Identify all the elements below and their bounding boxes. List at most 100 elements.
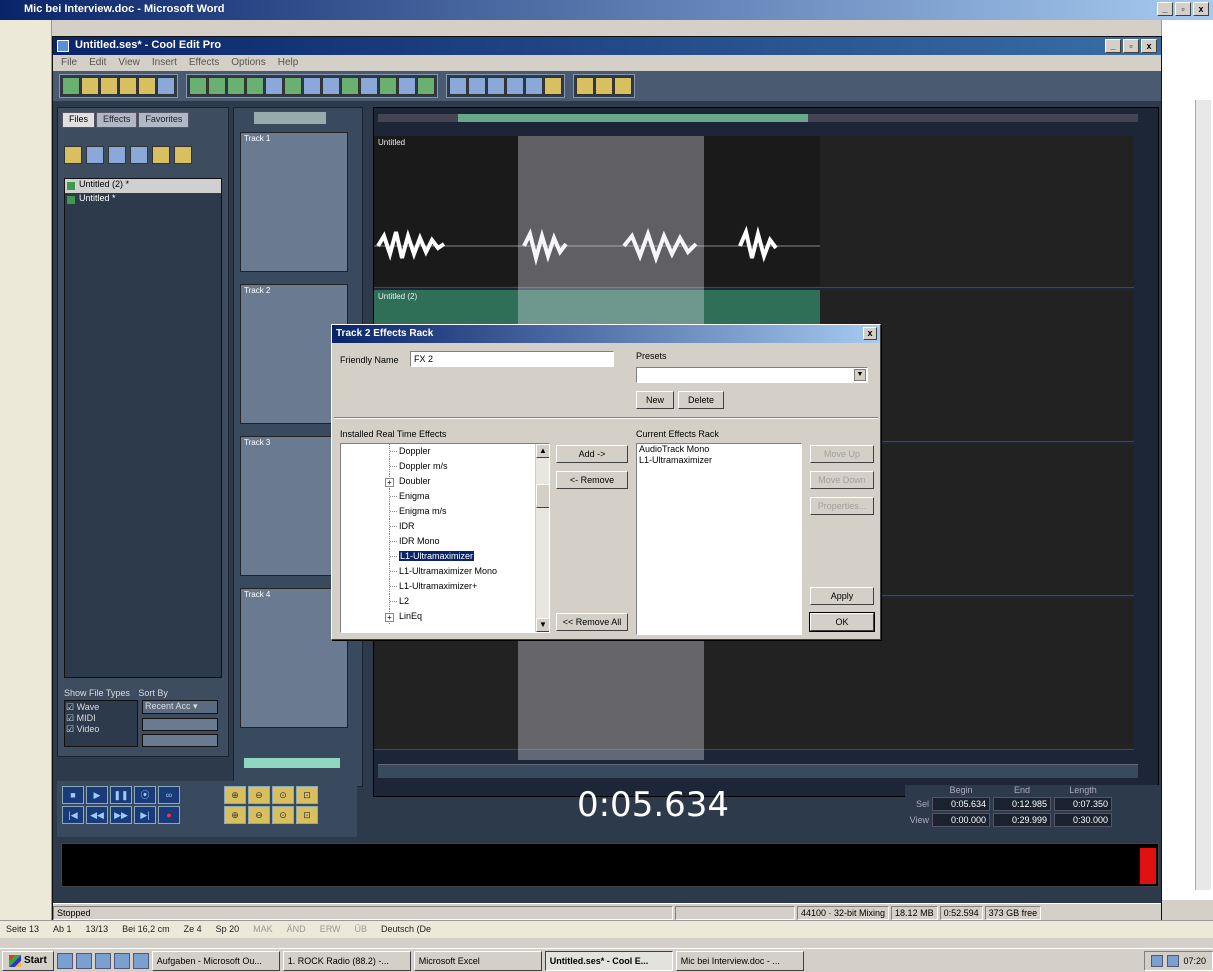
menu-file[interactable]: File xyxy=(61,57,77,69)
effect-item[interactable]: IDR Mono xyxy=(341,534,549,549)
minimize-button[interactable]: _ xyxy=(1105,39,1121,53)
effect-item[interactable]: Enigma xyxy=(341,489,549,504)
new-preset-button[interactable]: New xyxy=(636,391,674,409)
scroll-thumb[interactable] xyxy=(536,484,549,508)
insert-into-session-icon[interactable] xyxy=(174,146,192,164)
sel-begin-field[interactable]: 0:05.634 xyxy=(932,797,990,811)
zoom-full-icon[interactable]: ⊙ xyxy=(272,786,294,804)
play-range-icon[interactable] xyxy=(284,77,302,95)
task-cool-edit[interactable]: Untitled.ses* - Cool E... xyxy=(544,950,673,971)
zoom-out-vertical-icon[interactable]: ⊖ xyxy=(248,806,270,824)
status-ext[interactable]: ERW xyxy=(320,924,341,935)
file-list[interactable]: Untitled (2) * Untitled * xyxy=(64,178,222,678)
filter-wave[interactable]: ☑ Wave xyxy=(66,702,136,713)
record-button[interactable]: ● xyxy=(158,806,180,824)
tool-g-icon[interactable] xyxy=(576,77,594,95)
start-button[interactable]: Start xyxy=(2,950,54,971)
current-effects-list[interactable]: AudioTrack Mono L1-Ultramaximizer xyxy=(636,443,802,635)
overview-bar[interactable] xyxy=(378,114,1138,122)
sort-by-select[interactable]: Recent Acc ▾ xyxy=(142,700,218,714)
track-eq-icon[interactable] xyxy=(303,77,321,95)
effects-list-scrollbar[interactable]: ▲ ▼ xyxy=(535,444,549,632)
menu-help[interactable]: Help xyxy=(278,57,299,69)
close-button[interactable]: x xyxy=(1193,2,1209,16)
effect-item[interactable]: Enigma m/s xyxy=(341,504,549,519)
go-to-start-button[interactable]: |◀ xyxy=(62,806,84,824)
tab-effects[interactable]: Effects xyxy=(96,112,138,128)
menu-effects[interactable]: Effects xyxy=(189,57,219,69)
rack-item[interactable]: AudioTrack Mono xyxy=(637,444,801,455)
tab-favorites[interactable]: Favorites xyxy=(138,112,190,128)
zoom-right-icon[interactable]: ⊡ xyxy=(296,806,318,824)
tool-e-icon[interactable] xyxy=(525,77,543,95)
tool-b-icon[interactable] xyxy=(468,77,486,95)
effects-rack-icon[interactable] xyxy=(322,77,340,95)
lock-icon[interactable] xyxy=(379,77,397,95)
effect-item[interactable]: L1-Ultramaximizer+ xyxy=(341,579,549,594)
track-1-header[interactable]: Track 1 xyxy=(240,132,348,272)
stop-button[interactable]: ■ xyxy=(62,786,84,804)
ok-button[interactable]: OK xyxy=(809,612,875,632)
zoom-selection-icon[interactable]: ⊡ xyxy=(296,786,318,804)
scroll-down-icon[interactable]: ▼ xyxy=(536,618,549,632)
status-ovr[interactable]: ÜB xyxy=(355,924,368,935)
properties-button[interactable]: Properties... xyxy=(810,497,874,515)
apply-button[interactable]: Apply xyxy=(810,587,874,605)
menu-edit[interactable]: Edit xyxy=(89,57,106,69)
play-from-cursor-button[interactable]: ⦿ xyxy=(134,786,156,804)
close-all-icon[interactable] xyxy=(130,146,148,164)
insert-icon[interactable] xyxy=(157,77,175,95)
tab-files[interactable]: Files xyxy=(62,112,96,128)
full-path-button[interactable] xyxy=(142,734,218,747)
minimize-button[interactable]: _ xyxy=(1157,2,1173,16)
pause-button[interactable]: ❚❚ xyxy=(110,786,132,804)
horizontal-scroll-thumb[interactable] xyxy=(244,758,340,768)
zoom-out-horizontal-icon[interactable]: ⊖ xyxy=(248,786,270,804)
effect-item[interactable]: L2 xyxy=(341,594,549,609)
mixdown-icon[interactable] xyxy=(189,77,207,95)
zoom-in-vertical-icon[interactable]: ⊕ xyxy=(224,806,246,824)
tray-network-icon[interactable] xyxy=(1151,954,1164,967)
task-word[interactable]: Mic bei Interview.doc - ... xyxy=(675,950,804,971)
split-icon[interactable] xyxy=(360,77,378,95)
zoom-in-horizontal-icon[interactable]: ⊕ xyxy=(224,786,246,804)
move-down-button[interactable]: Move Down xyxy=(810,471,874,489)
quicklaunch-ie-icon[interactable] xyxy=(56,952,73,969)
move-tool-icon[interactable] xyxy=(227,77,245,95)
effect-item-selected[interactable]: L1-Ultramaximizer xyxy=(341,549,549,564)
sel-length-field[interactable]: 0:07.350 xyxy=(1054,797,1112,811)
dialog-close-button[interactable]: x xyxy=(863,327,877,340)
menu-insert[interactable]: Insert xyxy=(152,57,177,69)
add-effect-button[interactable]: Add -> xyxy=(556,445,628,463)
expand-icon[interactable]: + xyxy=(385,478,394,487)
view-end-field[interactable]: 0:29.999 xyxy=(993,813,1051,827)
menu-view[interactable]: View xyxy=(118,57,140,69)
word-vertical-scrollbar[interactable] xyxy=(1195,100,1211,890)
close-button[interactable]: x xyxy=(1141,39,1157,53)
tool-h-icon[interactable] xyxy=(595,77,613,95)
effect-item[interactable]: Doppler m/s xyxy=(341,459,549,474)
tool-f-icon[interactable] xyxy=(544,77,562,95)
effect-item[interactable]: Doppler xyxy=(341,444,549,459)
file-item[interactable]: Untitled (2) * xyxy=(65,179,221,193)
filter-video[interactable]: ☑ Video xyxy=(66,724,136,735)
loop-icon[interactable] xyxy=(417,77,435,95)
go-to-end-button[interactable]: ▶| xyxy=(134,806,156,824)
tray-volume-icon[interactable] xyxy=(1167,954,1180,967)
view-begin-field[interactable]: 0:00.000 xyxy=(932,813,990,827)
presets-select[interactable]: ▼ xyxy=(636,367,868,383)
auto-play-button[interactable] xyxy=(142,718,218,731)
open-session-icon[interactable] xyxy=(100,77,118,95)
clock[interactable]: 07:20 xyxy=(1183,952,1206,970)
loop-button[interactable]: ∞ xyxy=(158,786,180,804)
tool-i-icon[interactable] xyxy=(614,77,632,95)
open-file-icon[interactable] xyxy=(64,146,82,164)
friendly-name-input[interactable] xyxy=(410,351,614,367)
status-rec[interactable]: MAK xyxy=(253,924,273,935)
fast-forward-button[interactable]: ▶▶ xyxy=(110,806,132,824)
effect-item[interactable]: + Doubler xyxy=(341,474,549,489)
play-button[interactable]: ▶ xyxy=(86,786,108,804)
rewind-button[interactable]: ◀◀ xyxy=(86,806,108,824)
hybrid-tool-icon[interactable] xyxy=(246,77,264,95)
move-up-button[interactable]: Move Up xyxy=(810,445,874,463)
